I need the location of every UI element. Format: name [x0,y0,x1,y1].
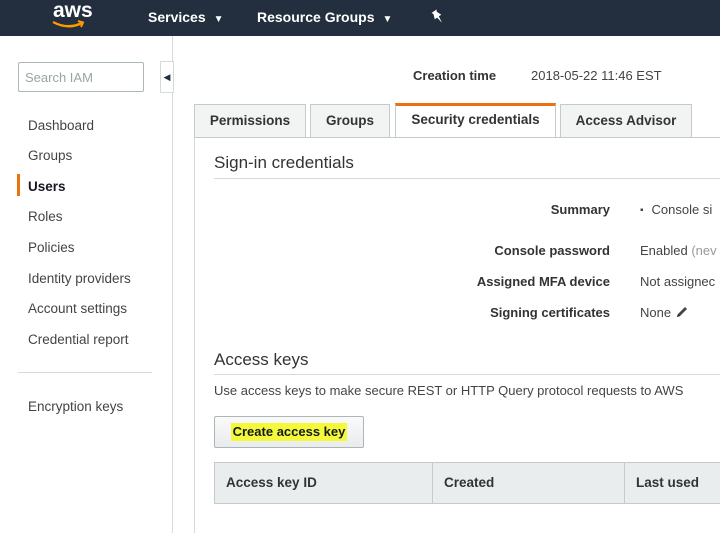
access-keys-table: Access key ID Created Last used [214,462,720,504]
sidebar-divider [18,372,152,373]
services-menu[interactable]: Services ▼ [148,7,224,27]
sidebar-item-dashboard[interactable]: Dashboard [28,118,94,133]
tab-groups[interactable]: Groups [310,104,390,137]
aws-logo[interactable]: aws [50,0,96,34]
section-divider [214,178,720,179]
tab-access-advisor[interactable]: Access Advisor [560,104,692,137]
top-navigation-bar: aws Services ▼ Resource Groups ▼ [0,0,720,36]
mfa-device-value: Not assignec [640,274,716,289]
chevron-down-icon: ▼ [382,14,393,25]
summary-text: Console si [651,202,713,217]
console-password-note: (nev [691,243,717,258]
sidebar-item-account-settings[interactable]: Account settings [28,301,127,316]
signin-credentials-title: Sign-in credentials [214,153,354,172]
signing-certificates-value: None [640,305,689,320]
pencil-icon[interactable] [675,305,689,319]
column-header-created[interactable]: Created [433,463,625,503]
access-keys-description: Use access keys to make secure REST or H… [214,383,684,398]
sidebar-item-encryption-keys[interactable]: Encryption keys [28,399,123,414]
sidebar-item-credential-report[interactable]: Credential report [28,332,129,347]
chevron-down-icon: ▼ [213,14,224,25]
services-label: Services [148,9,206,25]
console-password-value: Enabled (nev [640,243,717,258]
create-access-key-label: Create access key [230,423,348,441]
tab-security-credentials[interactable]: Security credentials [395,103,556,138]
resource-groups-label: Resource Groups [257,9,375,25]
sidebar-item-users[interactable]: Users [28,179,66,194]
sidebar-item-groups[interactable]: Groups [28,148,72,163]
aws-smile-icon [52,20,85,28]
creation-time-value: 2018-05-22 11:46 EST [531,68,662,83]
section-divider [214,374,720,375]
sidebar-item-identity-providers[interactable]: Identity providers [28,271,131,286]
summary-label: Summary [550,202,610,217]
creation-time-label: Creation time [413,68,497,83]
sidebar-item-policies[interactable]: Policies [28,240,75,255]
summary-value: ▪ Console si [640,202,712,217]
mfa-device-label: Assigned MFA device [476,274,610,289]
sidebar: Dashboard Groups Users Roles Policies Id… [0,36,174,533]
resource-groups-menu[interactable]: Resource Groups ▼ [257,7,392,27]
signing-certificates-label: Signing certificates [490,305,610,320]
sidebar-item-roles[interactable]: Roles [28,209,63,224]
access-keys-title: Access keys [214,350,309,369]
create-access-key-button[interactable]: Create access key [214,416,364,448]
signing-certificates-text: None [640,305,672,320]
console-password-label: Console password [494,243,610,258]
tab-permissions[interactable]: Permissions [194,104,306,137]
collapse-sidebar-icon[interactable]: ◀ [160,61,174,93]
bullet-icon: ▪ [640,205,644,216]
active-indicator [17,174,20,196]
console-password-status: Enabled [640,243,688,258]
search-input[interactable] [18,62,144,92]
column-header-access-key-id[interactable]: Access key ID [215,463,433,503]
pin-icon[interactable] [430,9,446,25]
column-header-last-used[interactable]: Last used [625,463,720,503]
